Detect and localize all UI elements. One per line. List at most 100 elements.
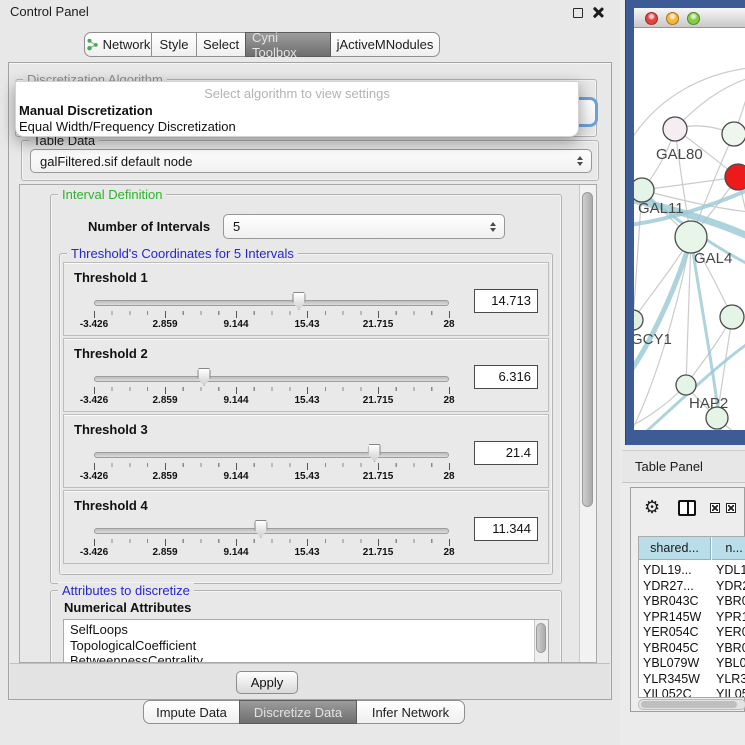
table-cell[interactable]: YDL19... xyxy=(643,563,692,577)
threshold-value-field[interactable]: 11.344 xyxy=(474,517,538,541)
slider-track[interactable] xyxy=(94,528,449,534)
table-cell[interactable]: YLR345W xyxy=(643,672,700,686)
tab-discretize-data[interactable]: Discretize Data xyxy=(239,700,357,724)
tab-select[interactable]: Select xyxy=(196,32,246,57)
threshold-panel-1: Threshold 1-3.4262.8599.14415.4321.71528… xyxy=(63,262,549,336)
node-table[interactable]: shared...n...YDL19...YDL19YDR27...YDR27Y… xyxy=(638,536,745,698)
table-cell[interactable]: YDR27 xyxy=(716,579,745,593)
close-icon[interactable] xyxy=(592,7,603,18)
slider-tick-label: 28 xyxy=(443,471,454,482)
attribute-list-item[interactable]: SelfLoops xyxy=(64,622,548,638)
slider-track[interactable] xyxy=(94,376,449,382)
slider-tick-label: 9.144 xyxy=(223,471,248,482)
tab-label: Discretize Data xyxy=(254,705,342,720)
threshold-value-field[interactable]: 14.713 xyxy=(474,289,538,313)
mac-zoom-button[interactable] xyxy=(687,12,700,25)
table-cell[interactable]: YER054C xyxy=(643,625,699,639)
table-cell[interactable]: YIL05 xyxy=(716,687,745,698)
float-window-icon[interactable] xyxy=(573,8,583,18)
interval-definition-group: Interval Definition Number of Intervals … xyxy=(50,194,562,584)
tab-network[interactable]: Network xyxy=(84,32,152,57)
network-node[interactable] xyxy=(634,178,654,202)
slider-thumb[interactable] xyxy=(368,444,381,462)
menu-item-equal-width[interactable]: Equal Width/Frequency Discretization xyxy=(19,119,236,134)
slider-thumb[interactable] xyxy=(198,368,211,386)
threshold-label: Threshold 2 xyxy=(74,346,148,361)
threshold-label: Threshold 4 xyxy=(74,498,148,513)
attribute-list-item[interactable]: BetweennessCentrality xyxy=(64,653,548,663)
network-node[interactable] xyxy=(675,221,707,253)
slider-tick-label: 21.715 xyxy=(363,471,394,482)
settings-scrollbar[interactable] xyxy=(579,185,596,662)
table-cell[interactable]: YBR04 xyxy=(716,641,745,655)
network-node[interactable] xyxy=(725,164,745,190)
checkbox-icon[interactable] xyxy=(726,503,736,513)
slider-major-tick xyxy=(378,311,379,318)
network-highlight-edge[interactable] xyxy=(634,239,691,382)
attribute-list-item[interactable]: TopologicalCoefficient xyxy=(64,638,548,654)
num-intervals-value: 5 xyxy=(233,219,240,234)
network-edge[interactable] xyxy=(675,78,745,129)
table-cell[interactable]: YPR145W xyxy=(643,610,701,624)
list-scrollbar[interactable] xyxy=(534,620,548,663)
slider-track[interactable] xyxy=(94,300,449,306)
window-title: Control Panel xyxy=(10,4,89,19)
table-cell[interactable]: YDL19 xyxy=(716,563,745,577)
menu-item-manual-discretization[interactable]: Manual Discretization xyxy=(19,103,153,118)
slider-major-tick xyxy=(449,539,450,546)
table-cell[interactable]: YLR34 xyxy=(716,672,745,686)
table-h-scrollbar[interactable] xyxy=(638,699,745,710)
tab-label: Cyni Toolbox xyxy=(252,30,324,60)
tab-impute-data[interactable]: Impute Data xyxy=(143,700,240,724)
network-node[interactable] xyxy=(676,375,696,395)
control-panel-window: Control Panel NetworkStyleSelectCyni Too… xyxy=(0,0,620,745)
num-intervals-combo[interactable]: 5 xyxy=(223,214,505,239)
network-node[interactable] xyxy=(720,305,744,329)
threshold-value-field[interactable]: 21.4 xyxy=(474,441,538,465)
slider-thumb[interactable] xyxy=(292,292,305,310)
network-graph: GAL80GACGAL11GAL4GCY1HHAP2 xyxy=(634,28,745,430)
network-node[interactable] xyxy=(634,310,643,330)
apply-button[interactable]: Apply xyxy=(236,671,298,694)
table-cell[interactable]: YBR04 xyxy=(716,594,745,608)
slider-tick-label: 2.859 xyxy=(152,471,177,482)
slider-major-tick xyxy=(449,311,450,318)
table-cell[interactable]: YER05 xyxy=(716,625,745,639)
tab-cyni-toolbox[interactable]: Cyni Toolbox xyxy=(245,32,331,57)
column-header-1[interactable]: n... xyxy=(712,537,745,560)
threshold-panel-4: Threshold 4-3.4262.8599.14415.4321.71528… xyxy=(63,490,549,564)
table-h-scrollbar-thumb[interactable] xyxy=(641,701,737,708)
table-cell[interactable]: YBL079W xyxy=(643,656,699,670)
table-panel-titlebar: Table Panel xyxy=(622,450,745,483)
table-cell[interactable]: YIL052C xyxy=(643,687,692,698)
slider-thumb[interactable] xyxy=(254,520,267,538)
table-cell[interactable]: YBR045C xyxy=(643,641,699,655)
network-window-titlebar[interactable] xyxy=(634,8,745,28)
network-canvas[interactable]: GAL80GACGAL11GAL4GCY1HHAP2 xyxy=(634,28,745,430)
network-node[interactable] xyxy=(663,117,687,141)
mac-minimize-button[interactable] xyxy=(666,12,679,25)
columns-icon[interactable] xyxy=(678,500,696,516)
table-cell[interactable]: YDR27... xyxy=(643,579,694,593)
checkbox-icon[interactable] xyxy=(710,503,720,513)
slider-track[interactable] xyxy=(94,452,449,458)
tab-jactivemnodules[interactable]: jActiveMNodules xyxy=(330,32,440,57)
network-edge[interactable] xyxy=(642,177,738,190)
apply-bar: Apply xyxy=(10,663,610,699)
table-cell[interactable]: YBR043C xyxy=(643,594,699,608)
threshold-value-field[interactable]: 6.316 xyxy=(474,365,538,389)
column-header-0[interactable]: shared... xyxy=(639,537,711,560)
table-cell[interactable]: YPR14 xyxy=(716,610,745,624)
table-cell[interactable]: YBL07 xyxy=(716,656,745,670)
gear-icon[interactable]: ⚙ xyxy=(644,498,660,516)
table-data-combo[interactable]: galFiltered.sif default node xyxy=(30,149,592,173)
tab-style[interactable]: Style xyxy=(151,32,197,57)
mac-close-button[interactable] xyxy=(645,12,658,25)
slider-major-tick xyxy=(307,387,308,394)
num-intervals-label: Number of Intervals xyxy=(88,219,210,234)
settings-scrollbar-thumb[interactable] xyxy=(582,192,593,507)
network-node[interactable] xyxy=(722,122,745,146)
list-scrollbar-thumb[interactable] xyxy=(536,623,546,653)
tab-infer-network[interactable]: Infer Network xyxy=(356,700,465,724)
slider-major-tick xyxy=(236,463,237,470)
